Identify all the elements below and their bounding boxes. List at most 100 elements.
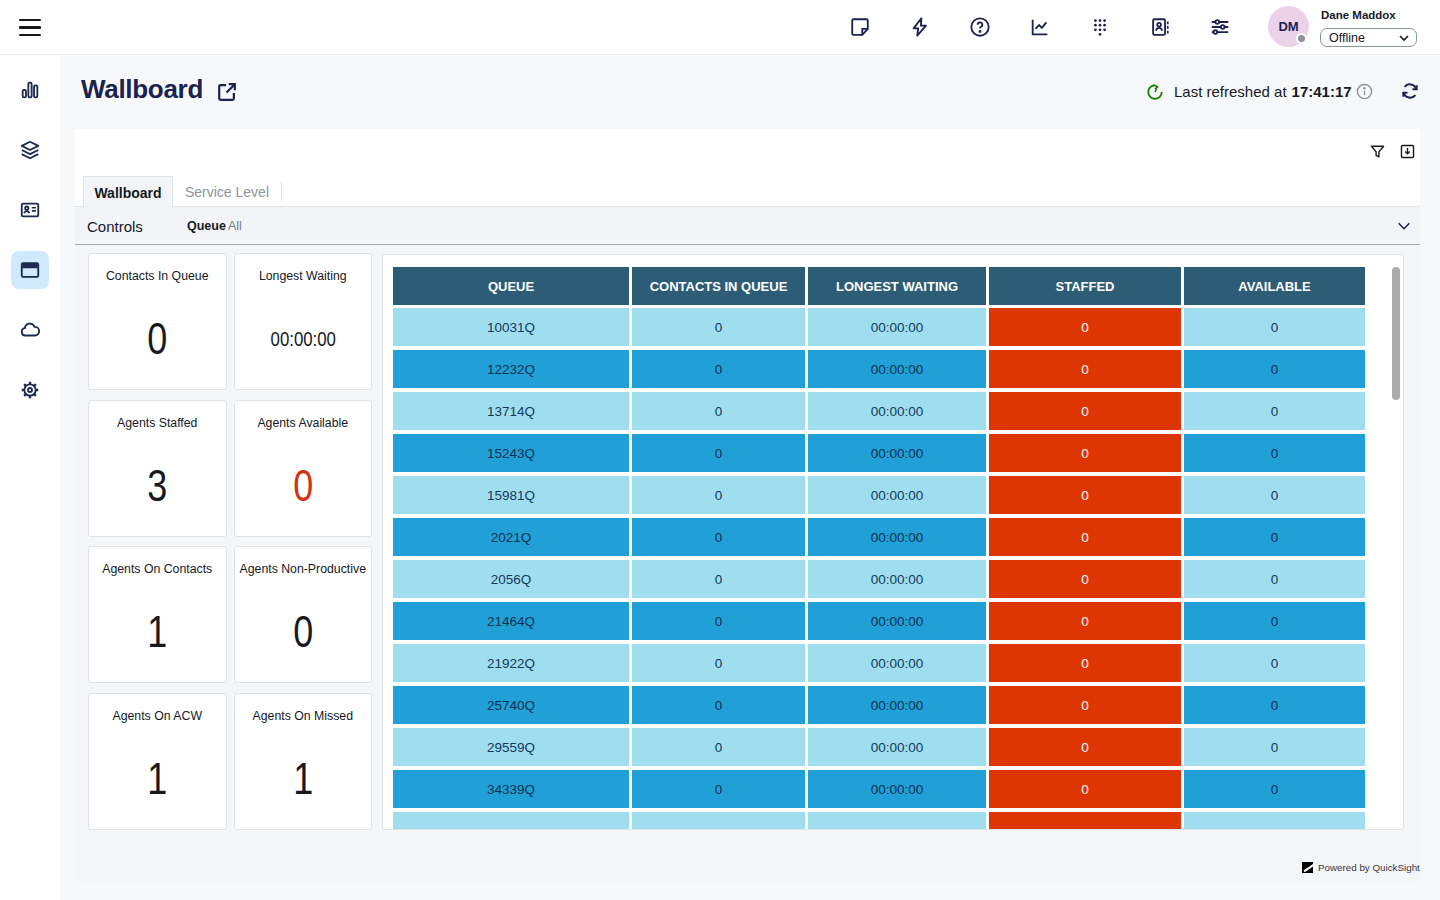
queue-name-cell: 15981Q: [393, 476, 632, 518]
value-cell: 0: [632, 770, 808, 812]
help-icon[interactable]: [969, 16, 991, 38]
sheet-tab-bar: Wallboard Service Level: [75, 176, 1420, 207]
value-cell: 0: [1184, 308, 1365, 350]
value-cell: 0: [1184, 728, 1365, 770]
queue-row-10031Q: 10031Q000:00:0000: [393, 308, 1365, 350]
gear-icon: [19, 379, 41, 401]
column-header-staffed[interactable]: STAFFED: [989, 267, 1184, 308]
lightning-icon[interactable]: [909, 16, 931, 38]
value-cell: 00:00:00: [808, 728, 989, 770]
kpi-value: 1: [103, 753, 212, 805]
info-icon[interactable]: [1356, 83, 1373, 100]
download-icon[interactable]: [1399, 143, 1416, 160]
filter-icon[interactable]: [1369, 143, 1386, 160]
sidebar-item-contacts[interactable]: [11, 191, 49, 229]
queue-name-cell: 2056Q: [393, 560, 632, 602]
queue-name-cell: 2021Q: [393, 518, 632, 560]
queue-row-13714Q: 13714Q000:00:0000: [393, 392, 1365, 434]
value-cell: 0: [989, 350, 1184, 392]
value-cell: 0: [989, 644, 1184, 686]
value-cell: 00:00:00: [808, 686, 989, 728]
kpi-title: Agents Non-Productive: [235, 562, 372, 576]
layers-icon: [19, 139, 41, 161]
refresh-timer-icon: [1146, 83, 1164, 101]
sidebar-item-cloud[interactable]: [11, 311, 49, 349]
kpi-value: 3: [103, 460, 212, 512]
value-cell: 0: [1184, 560, 1365, 602]
queue-filter-label: Queue: [187, 219, 226, 233]
quicksight-logo: [1302, 862, 1313, 873]
kpi-card-agents-on-contacts: Agents On Contacts1: [88, 546, 227, 683]
column-header-available[interactable]: AVAILABLE: [1184, 267, 1365, 308]
queue-filter-value[interactable]: All: [228, 219, 242, 233]
top-bar: DM Dane Maddox Offline: [0, 0, 1440, 55]
kpi-value: 0: [248, 606, 357, 658]
value-cell: [989, 812, 1184, 830]
queue-name-cell: 13714Q: [393, 392, 632, 434]
kpi-value: 0: [103, 313, 212, 365]
column-header-queue[interactable]: QUEUE: [393, 267, 632, 308]
directory-icon[interactable]: [1149, 16, 1171, 38]
note-icon[interactable]: [849, 16, 871, 38]
kpi-title: Longest Waiting: [235, 269, 372, 283]
controls-bar[interactable]: Controls Queue All: [75, 207, 1420, 245]
value-cell: 0: [989, 308, 1184, 350]
value-cell: 0: [632, 644, 808, 686]
value-cell: 00:00:00: [808, 644, 989, 686]
kpi-title: Contacts In Queue: [89, 269, 226, 283]
value-cell: 0: [632, 518, 808, 560]
queue-name-cell: 12232Q: [393, 350, 632, 392]
queue-row-2021Q: 2021Q000:00:0000: [393, 518, 1365, 560]
queue-name-cell: 25740Q: [393, 686, 632, 728]
value-cell: 0: [632, 686, 808, 728]
last-refreshed-label: Last refreshed at: [1174, 83, 1287, 100]
kpi-title: Agents On Missed: [235, 709, 372, 723]
dashboard-panel: Wallboard Service Level Controls Queue A…: [75, 129, 1420, 882]
queue-row-12232Q: 12232Q000:00:0000: [393, 350, 1365, 392]
value-cell: 0: [1184, 518, 1365, 560]
table-scrollbar[interactable]: [1392, 267, 1400, 400]
controls-collapse-icon[interactable]: [1396, 218, 1412, 234]
value-cell: 0: [1184, 476, 1365, 518]
tab-wallboard[interactable]: Wallboard: [83, 176, 173, 208]
bar-chart-icon: [19, 79, 41, 101]
metrics-icon[interactable]: [1029, 16, 1051, 38]
refresh-icon[interactable]: [1400, 81, 1420, 101]
tab-service-level[interactable]: Service Level: [173, 176, 281, 207]
queue-name-cell: 21922Q: [393, 644, 632, 686]
status-select-value: Offline: [1329, 31, 1365, 45]
value-cell: 0: [989, 518, 1184, 560]
value-cell: 0: [632, 602, 808, 644]
kpi-value: 1: [248, 753, 357, 805]
kpi-grid: Contacts In Queue 0 Longest Waiting00:00:0…: [88, 253, 372, 830]
value-cell: [632, 812, 808, 830]
value-cell: 00:00:00: [808, 518, 989, 560]
kpi-card-agents-on-acw: Agents On ACW1: [88, 693, 227, 830]
settings-sliders-icon[interactable]: [1209, 16, 1231, 38]
queue-row-21922Q: 21922Q000:00:0000: [393, 644, 1365, 686]
value-cell: 00:00:00: [808, 602, 989, 644]
sidebar-item-layers[interactable]: [11, 131, 49, 169]
sheet-content: Contacts In Queue0Longest Waiting00:00:0…: [75, 245, 1420, 882]
sidebar-item-wallboard[interactable]: [11, 251, 49, 289]
value-cell: 0: [989, 728, 1184, 770]
value-cell: 0: [1184, 644, 1365, 686]
dialpad-icon[interactable]: [1089, 16, 1111, 38]
external-link-icon[interactable]: [216, 81, 238, 103]
status-select[interactable]: Offline: [1320, 28, 1417, 47]
column-header-contacts-in-queue[interactable]: CONTACTS IN QUEUE: [632, 267, 808, 308]
kpi-card-longest-waiting: Longest Waiting00:00:00: [234, 253, 373, 390]
hamburger-menu-icon[interactable]: [19, 19, 41, 36]
queue-row-29559Q: 29559Q000:00:0000: [393, 728, 1365, 770]
queue-table-body: 10031Q000:00:000012232Q000:00:000013714Q…: [393, 308, 1365, 830]
queue-table-visual: QUEUECONTACTS IN QUEUELONGEST WAITINGSTA…: [382, 254, 1404, 830]
sidebar-item-settings[interactable]: [11, 371, 49, 409]
column-header-longest-waiting[interactable]: LONGEST WAITING: [808, 267, 989, 308]
value-cell: 0: [1184, 434, 1365, 476]
topbar-icon-row: [849, 16, 1231, 38]
value-cell: 0: [989, 560, 1184, 602]
sidebar-item-analytics[interactable]: [11, 71, 49, 109]
value-cell: 00:00:00: [808, 434, 989, 476]
kpi-title: Agents On Contacts: [89, 562, 226, 576]
queue-row-21464Q: 21464Q000:00:0000: [393, 602, 1365, 644]
